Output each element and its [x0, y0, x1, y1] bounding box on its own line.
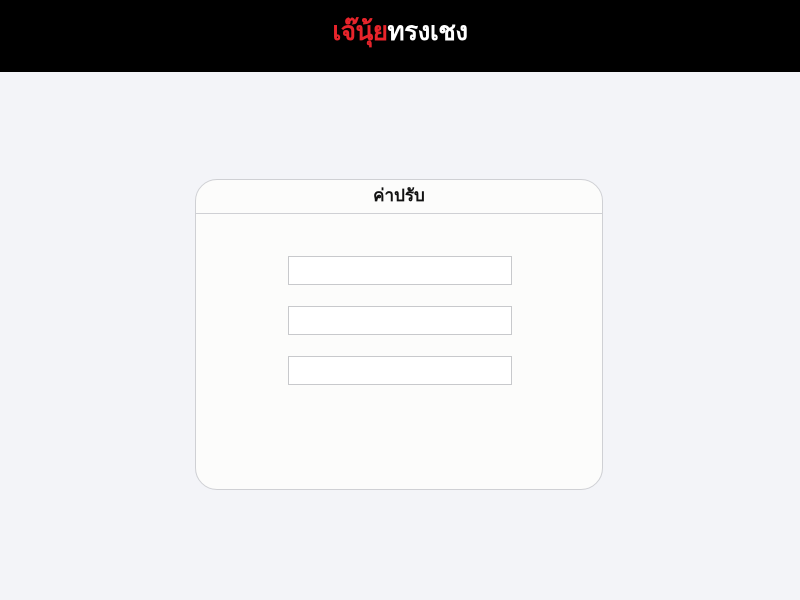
card-title: ค่าปรับ: [373, 186, 425, 206]
site-logo[interactable]: เจ๊นุ้ยทรงเชง: [0, 12, 800, 52]
top-header-bar: เจ๊นุ้ยทรงเชง: [0, 0, 800, 72]
form-input-3[interactable]: [288, 356, 512, 385]
fine-form-card: ค่าปรับ: [195, 179, 603, 490]
logo-text-red: เจ๊นุ้ย: [332, 17, 388, 47]
form-input-1[interactable]: [288, 256, 512, 285]
logo-text-white: ทรงเชง: [387, 17, 469, 47]
form-input-2[interactable]: [288, 306, 512, 335]
card-header: ค่าปรับ: [196, 180, 602, 214]
